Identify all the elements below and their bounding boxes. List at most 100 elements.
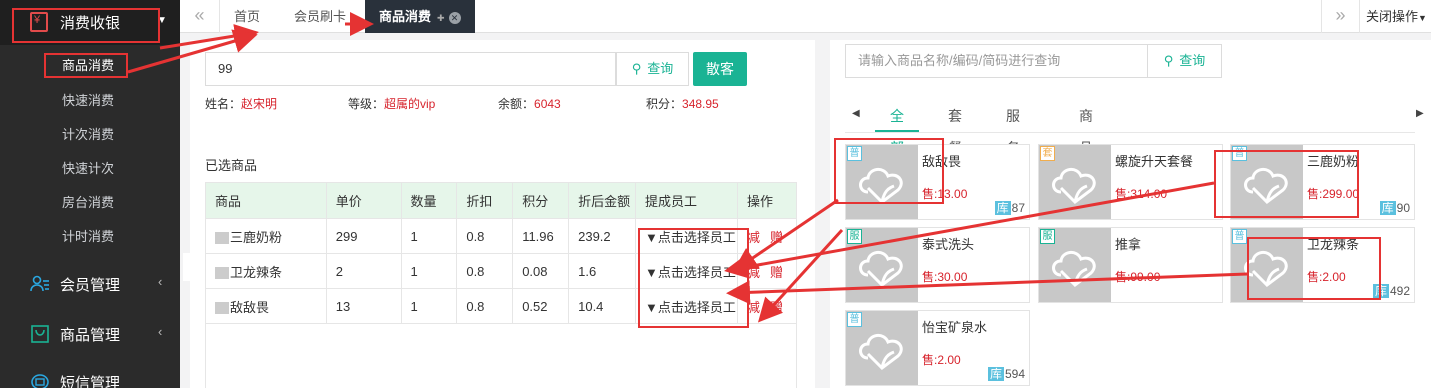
col-header: 积分 (512, 182, 570, 219)
product-name: 卫龙辣条 (230, 264, 283, 280)
product-query-button[interactable]: ⚲ 查询 (1147, 44, 1222, 78)
product-price: 售:99.00 (1115, 270, 1161, 284)
sidebar-item-quick-consume[interactable]: 快速消费 (62, 90, 114, 109)
cell-qty[interactable]: 1 (400, 288, 458, 324)
member-points: 积分：348.95 (646, 95, 719, 112)
tab-home[interactable]: 首页 (220, 0, 274, 33)
chevron-left-icon: ‹ (158, 324, 163, 339)
tab-category-all[interactable]: 全部 (875, 100, 919, 156)
stock-label: 库 (1379, 201, 1396, 215)
sidebar-item-room-consume[interactable]: 房台消费 (62, 192, 114, 211)
product-thumb-icon (215, 267, 229, 280)
cell-amount: 239.2 (568, 218, 636, 254)
product-price: 售:30.00 (922, 270, 968, 284)
member-level: 等级：超属的vip (348, 95, 435, 112)
product-type-badge: 普 (847, 312, 862, 327)
sidebar-menu-sms[interactable]: 短信管理 (0, 362, 180, 388)
sidebar-item-time-consume[interactable]: 计时消费 (62, 226, 114, 245)
product-type-badge: 普 (1232, 229, 1247, 244)
product-card[interactable]: 服推拿 售:99.00 (1038, 227, 1223, 303)
walk-in-guest-button[interactable]: 散客 (693, 52, 747, 86)
tab-bar: « 首页 会员刷卡 商品消费 ✚ ✕ » 关闭操作▼ (180, 0, 1431, 33)
tab-category-service[interactable]: 服务类 (991, 100, 1035, 188)
cell-amount: 10.4 (568, 288, 636, 324)
product-card[interactable]: 套螺旋升天套餐 售:314.00 (1038, 144, 1223, 220)
pin-icon: ✚ (437, 13, 445, 23)
annotation-box (1214, 150, 1359, 218)
tab-category-goods[interactable]: 商品 (1064, 100, 1108, 156)
col-header: 操作 (736, 182, 798, 219)
tab-member-card[interactable]: 会员刷卡 (280, 0, 360, 33)
message-icon (30, 372, 50, 388)
col-header: 提成员工 (634, 182, 738, 219)
gift-button[interactable]: 赠 (770, 300, 783, 315)
tab-category-package[interactable]: 套餐 (933, 100, 977, 156)
name-label: 姓名： (205, 97, 242, 111)
sidebar-item-quick-count[interactable]: 快速计次 (62, 158, 114, 177)
stock-value: 492 (1389, 284, 1410, 298)
cell-points: 0.52 (512, 288, 570, 324)
divider (845, 132, 1415, 133)
caret-left-icon[interactable]: ◀ (852, 108, 860, 119)
level-label: 等级： (348, 97, 385, 111)
member-query-button[interactable]: ⚲ 查询 (616, 52, 689, 86)
product-type-badge: 服 (847, 229, 862, 244)
gift-button[interactable]: 赠 (770, 265, 783, 280)
annotation-box (44, 53, 128, 78)
cell-name: 卫龙辣条 (205, 253, 327, 289)
sidebar-menu-goods[interactable]: 商品管理 ‹ (0, 314, 180, 354)
double-chevron-right-icon[interactable]: » (1321, 0, 1359, 33)
member-search-input[interactable]: 99 (205, 52, 616, 86)
product-stock: 库 90 (1379, 199, 1410, 216)
double-chevron-left-icon[interactable]: « (180, 0, 220, 33)
product-stock: 库 594 (987, 365, 1025, 382)
product-stock: 库 87 (994, 199, 1025, 216)
stock-value: 87 (1011, 201, 1025, 215)
annotation-box (1247, 237, 1381, 300)
product-name: 泰式洗头 (922, 237, 975, 252)
cell-discount: 0.8 (456, 253, 514, 289)
sidebar-item-count-consume[interactable]: 计次消费 (62, 124, 114, 143)
caret-right-icon[interactable]: ▶ (1416, 108, 1424, 119)
user-group-icon (30, 274, 50, 294)
tab-label: 商品消费 (379, 9, 432, 24)
cell-discount: 0.8 (456, 218, 514, 254)
gift-button[interactable]: 赠 (770, 230, 783, 245)
cell-amount: 1.6 (568, 253, 636, 289)
col-header: 单价 (325, 182, 402, 219)
level-value: 超属的vip (384, 97, 436, 111)
member-name: 姓名：赵宋明 (205, 95, 277, 112)
cell-qty[interactable]: 1 (400, 218, 458, 254)
tab-goods-consume[interactable]: 商品消费 ✚ ✕ (365, 0, 475, 33)
product-type-badge: 服 (1040, 229, 1055, 244)
member-balance: 余额：6043 (498, 95, 561, 112)
points-value: 348.95 (682, 97, 719, 111)
cell-qty[interactable]: 1 (400, 253, 458, 289)
sidebar-menu-label: 商品管理 (60, 327, 121, 344)
cell-name: 敌敌畏 (205, 288, 327, 324)
close-op-label: 关闭操作 (1366, 9, 1419, 24)
product-thumb-icon (215, 302, 229, 315)
product-card[interactable]: 普怡宝矿泉水 售:2.00 库 594 (845, 310, 1030, 386)
app-root: 消费收银 ▼ 商品消费 快速消费 计次消费 快速计次 房台消费 计时消费 会员管… (0, 0, 1431, 388)
product-search-input[interactable]: 请输入商品名称/编码/简码进行查询 (845, 44, 1148, 78)
table-empty-area (205, 324, 797, 388)
product-type-badge: 套 (1040, 146, 1055, 161)
product-card[interactable]: 服泰式洗头售:30.00 (845, 227, 1030, 303)
cell-points: 0.08 (512, 253, 570, 289)
close-operations-dropdown[interactable]: 关闭操作▼ (1359, 0, 1431, 33)
selected-goods-title: 已选商品 (205, 158, 258, 173)
balance-value: 6043 (534, 97, 561, 111)
sidebar-menu-members[interactable]: 会员管理 ‹ (0, 264, 180, 304)
col-header: 折扣 (456, 182, 514, 219)
name-value: 赵宋明 (241, 97, 278, 111)
cell-price: 2 (325, 253, 402, 289)
product-price: 售:2.00 (922, 353, 961, 367)
stock-value: 594 (1004, 367, 1025, 381)
product-thumb-icon (215, 232, 229, 245)
query-label: 查询 (647, 61, 674, 76)
close-icon[interactable]: ✕ (448, 11, 461, 24)
product-price: 售:314.00 (1115, 187, 1168, 201)
caret-down-icon: ▼ (1418, 13, 1427, 23)
product-name: 敌敌畏 (230, 299, 270, 315)
